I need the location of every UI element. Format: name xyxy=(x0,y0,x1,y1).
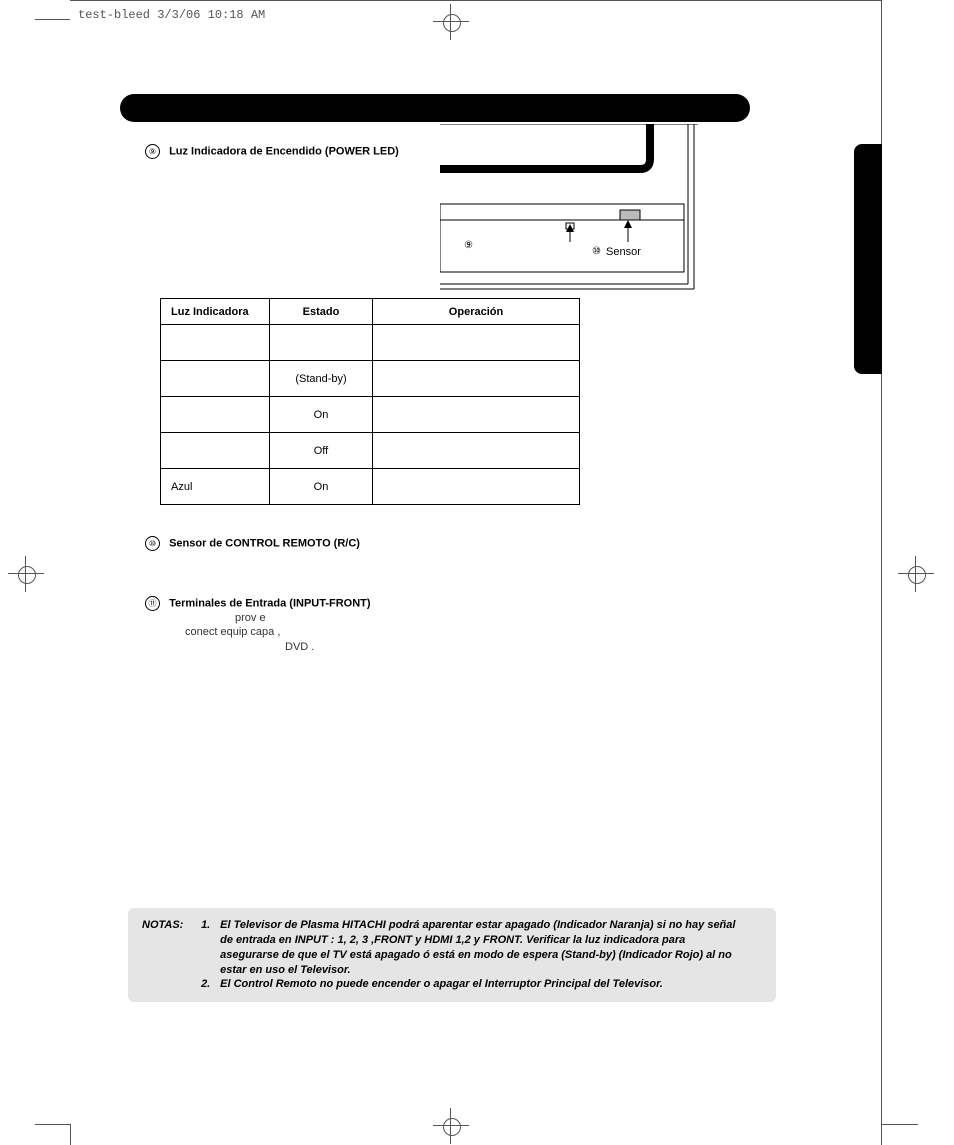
marker-11-icon: ⑪ xyxy=(145,596,160,611)
th-luz: Luz Indicadora xyxy=(161,299,270,325)
note-2-text: El Control Remoto no puede encender o ap… xyxy=(220,977,740,992)
marker-10-icon: ⑩ xyxy=(145,536,160,551)
crop-corner-top-left-h xyxy=(35,19,70,20)
registration-mark-bottom xyxy=(437,1112,465,1140)
table-row: (Stand-by) xyxy=(161,361,580,397)
notes-box: NOTAS: 1. El Televisor de Plasma HITACHI… xyxy=(128,908,776,1002)
th-estado: Estado xyxy=(270,299,373,325)
section-10-title: Sensor de CONTROL REMOTO (R/C) xyxy=(169,537,360,549)
th-operacion: Operación xyxy=(373,299,580,325)
header-slug: test-bleed 3/3/06 10:18 AM xyxy=(78,8,265,22)
note-2-num: 2. xyxy=(201,977,217,992)
table-row: Azul On xyxy=(161,469,580,505)
registration-mark-left xyxy=(12,560,40,588)
diagram-marker-10: ⑩ xyxy=(592,246,601,257)
crop-corner-bottom-left-h xyxy=(35,1124,70,1125)
diagram-marker-9: ⑨ xyxy=(464,240,473,251)
section-11-line2: conect equip capa , xyxy=(145,625,705,639)
tv-front-diagram: ⑨ ⑩ Sensor xyxy=(440,124,698,294)
notes-label: NOTAS: xyxy=(142,918,198,933)
section-power-led: ⑨ Luz Indicadora de Encendido (POWER LED… xyxy=(145,144,445,159)
section-remote-sensor: ⑩ Sensor de CONTROL REMOTO (R/C) xyxy=(145,536,705,551)
registration-mark-top xyxy=(437,8,465,36)
section-title-bar xyxy=(120,94,750,122)
table-row: On xyxy=(161,397,580,433)
crop-line-top xyxy=(70,0,882,1)
registration-mark-right xyxy=(902,560,930,588)
section-11-title: Terminales de Entrada (INPUT-FRONT) xyxy=(169,597,371,609)
table-row xyxy=(161,325,580,361)
marker-9-icon: ⑨ xyxy=(145,144,160,159)
diagram-sensor-label: Sensor xyxy=(606,246,641,258)
crop-corner-bottom-right-h xyxy=(882,1124,918,1125)
table-row: Off xyxy=(161,433,580,469)
indicator-table: Luz Indicadora Estado Operación (Stand-b… xyxy=(160,298,580,505)
note-1-text: El Televisor de Plasma HITACHI podrá apa… xyxy=(220,918,740,977)
note-1-num: 1. xyxy=(201,918,217,933)
section-9-title: Luz Indicadora de Encendido (POWER LED) xyxy=(169,145,399,157)
side-tab xyxy=(854,144,882,374)
section-11-line3: DVD . xyxy=(145,640,705,654)
section-input-front: ⑪ Terminales de Entrada (INPUT-FRONT) pr… xyxy=(145,596,705,654)
section-11-line1: prov e xyxy=(145,611,705,625)
crop-corner-bottom-left-v xyxy=(70,1124,71,1145)
